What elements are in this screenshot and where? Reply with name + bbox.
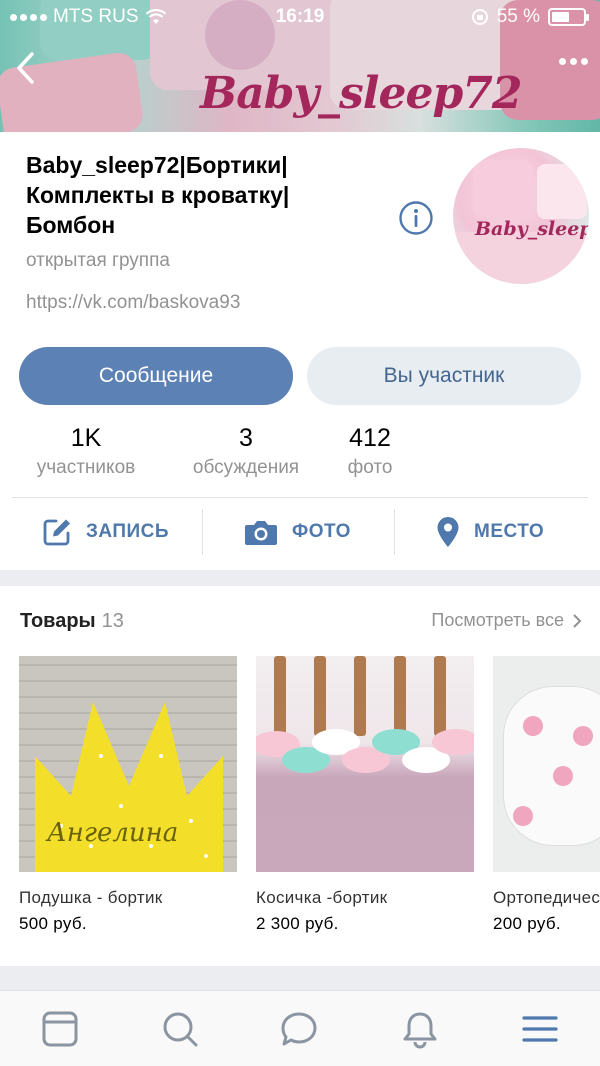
see-all-label: Посмотреть все (431, 610, 564, 630)
cover-logo: Baby_sleep72 (200, 68, 523, 119)
counter-label: участников (36, 457, 136, 478)
group-link[interactable]: https://vk.com/baskova93 (26, 292, 240, 314)
camera-icon (245, 521, 277, 545)
product-image (493, 656, 600, 872)
divider (12, 497, 588, 498)
photo-action[interactable]: ФОТО (244, 512, 351, 552)
group-name: Baby_sleep72|Бортики| Комплекты в кроват… (26, 152, 290, 238)
product-card[interactable]: Ангелина Подушка - бортик 500 руб. (19, 656, 237, 934)
see-all-link[interactable]: Посмотреть все (431, 610, 582, 631)
message-button[interactable]: Сообщение (19, 347, 293, 405)
counter-photos[interactable]: 412 фото (344, 424, 396, 479)
counter-members[interactable]: 1K участников (24, 424, 148, 479)
place-action-label: МЕСТО (474, 521, 545, 542)
rotation-lock-icon (471, 9, 488, 25)
counter-value: 3 (239, 424, 253, 452)
post-action[interactable]: ЗАПИСЬ (42, 512, 169, 552)
battery-icon (548, 8, 589, 26)
tab-bar (0, 990, 600, 1066)
product-image-text: Ангелина (47, 818, 179, 848)
product-image: Ангелина (19, 656, 237, 872)
section-gap (0, 570, 600, 586)
section-gap (0, 966, 600, 990)
products-count: 13 (101, 610, 124, 632)
product-image (256, 656, 474, 872)
member-button[interactable]: Вы участник (307, 347, 581, 405)
location-pin-icon (437, 517, 459, 547)
product-price: 500 руб. (19, 914, 87, 933)
messages-icon[interactable] (279, 1009, 319, 1049)
counter-value: 1K (70, 424, 102, 452)
place-action[interactable]: МЕСТО (436, 512, 544, 552)
more-options-icon[interactable] (559, 58, 588, 65)
product-title: Косичка -бортик (256, 888, 388, 907)
product-title: Ортопедическая (493, 888, 600, 907)
search-icon[interactable] (160, 1009, 200, 1049)
notifications-icon[interactable] (400, 1009, 440, 1049)
product-title: Подушка - бортик (19, 888, 163, 907)
products-header: Товары 13 (20, 610, 124, 633)
battery-percent: 55 % (496, 6, 540, 27)
counter-discussions[interactable]: 3 обсуждения (180, 424, 312, 479)
avatar-logo: Baby_sleep72 (475, 218, 589, 240)
info-icon[interactable] (398, 200, 434, 236)
product-price: 200 руб. (493, 914, 561, 933)
products-title: Товары (20, 610, 96, 632)
news-icon[interactable] (40, 1009, 80, 1049)
chevron-right-icon (573, 613, 582, 628)
post-action-label: ЗАПИСЬ (86, 521, 170, 542)
product-card[interactable]: Косичка -бортик 2 300 руб. (256, 656, 474, 934)
menu-icon[interactable] (520, 1009, 560, 1049)
group-type: открытая группа (26, 250, 170, 271)
counter-label: обсуждения (192, 457, 300, 478)
counter-label: фото (347, 457, 393, 478)
group-avatar[interactable]: Baby_sleep72 (453, 148, 589, 284)
counter-value: 412 (349, 424, 391, 452)
divider (202, 509, 203, 555)
status-bar: MTS RUS 16:19 55 % (0, 0, 600, 34)
photo-action-label: ФОТО (292, 521, 351, 542)
product-card[interactable]: Ортопедическая 200 руб. (493, 656, 600, 934)
divider (394, 509, 395, 555)
product-price: 2 300 руб. (256, 914, 339, 933)
back-arrow-icon[interactable] (12, 50, 42, 86)
edit-icon (43, 519, 70, 546)
